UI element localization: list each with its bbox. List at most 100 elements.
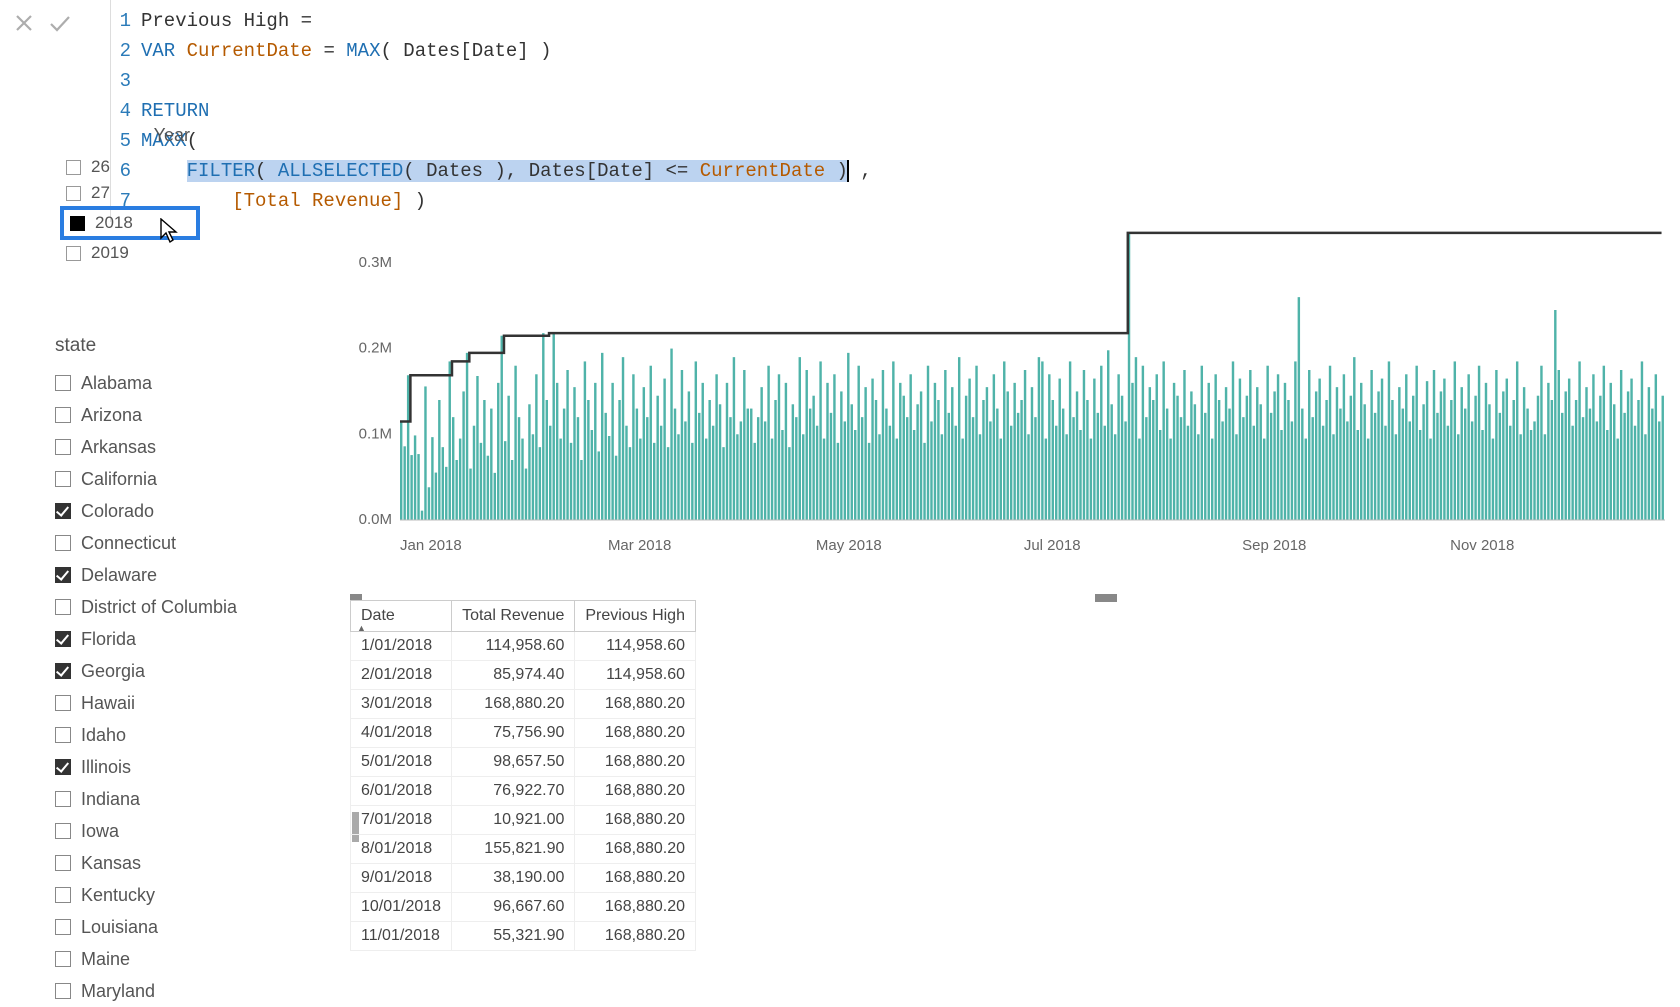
bar[interactable] — [1298, 297, 1300, 520]
bar[interactable] — [1034, 417, 1036, 520]
bar[interactable] — [1280, 430, 1282, 520]
year-option[interactable]: 27 — [60, 180, 200, 206]
bar[interactable] — [951, 387, 953, 520]
table-row[interactable]: 3/01/2018168,880.20168,880.20 — [351, 690, 696, 719]
state-option[interactable]: Arizona — [55, 399, 290, 431]
bar[interactable] — [1554, 310, 1556, 520]
bar[interactable] — [1357, 430, 1359, 520]
bar[interactable] — [421, 511, 423, 520]
bar[interactable] — [563, 409, 565, 520]
bar[interactable] — [975, 366, 977, 520]
table-row[interactable]: 6/01/201876,922.70168,880.20 — [351, 777, 696, 806]
bar[interactable] — [629, 447, 631, 520]
bar[interactable] — [587, 400, 589, 520]
bar[interactable] — [1610, 383, 1612, 520]
bar[interactable] — [868, 443, 870, 520]
checkbox-icon[interactable] — [55, 727, 71, 743]
bar[interactable] — [1263, 439, 1265, 520]
bar[interactable] — [452, 417, 454, 520]
data-table[interactable]: Date Total Revenue Previous High 1/01/20… — [350, 600, 720, 951]
checkbox-icon[interactable] — [55, 535, 71, 551]
bar[interactable] — [549, 426, 551, 520]
bar[interactable] — [1204, 413, 1206, 520]
bar[interactable] — [1003, 361, 1005, 520]
checkbox-icon[interactable] — [55, 823, 71, 839]
bar[interactable] — [1575, 400, 1577, 520]
checkbox-icon[interactable] — [55, 791, 71, 807]
bar[interactable] — [407, 375, 409, 520]
bar[interactable] — [1083, 370, 1085, 520]
bar[interactable] — [1343, 374, 1345, 520]
bar[interactable] — [1374, 413, 1376, 520]
bar[interactable] — [1398, 387, 1400, 520]
bar[interactable] — [653, 443, 655, 520]
bar[interactable] — [1013, 383, 1015, 520]
bar[interactable] — [899, 383, 901, 520]
bar[interactable] — [1488, 404, 1490, 520]
bar[interactable] — [1450, 400, 1452, 520]
bar[interactable] — [916, 404, 918, 520]
bar[interactable] — [525, 469, 527, 520]
bar[interactable] — [1391, 400, 1393, 520]
bar[interactable] — [1502, 391, 1504, 520]
bar[interactable] — [1287, 400, 1289, 520]
bar[interactable] — [885, 409, 887, 520]
bar[interactable] — [573, 387, 575, 520]
bar[interactable] — [785, 383, 787, 520]
col-header-previous-high[interactable]: Previous High — [575, 601, 696, 632]
bar[interactable] — [1495, 370, 1497, 520]
bar[interactable] — [1121, 396, 1123, 520]
bar[interactable] — [1620, 370, 1622, 520]
state-option[interactable]: Illinois — [55, 751, 290, 783]
bar[interactable] — [552, 333, 554, 520]
bar[interactable] — [660, 426, 662, 520]
bar[interactable] — [719, 404, 721, 520]
bar[interactable] — [546, 400, 548, 520]
bar[interactable] — [504, 441, 506, 520]
bar[interactable] — [819, 361, 821, 520]
bar[interactable] — [507, 396, 509, 520]
bar[interactable] — [604, 413, 606, 520]
bar[interactable] — [1062, 409, 1064, 520]
bar[interactable] — [1249, 370, 1251, 520]
bar[interactable] — [1107, 350, 1109, 520]
bar[interactable] — [805, 370, 807, 520]
state-option[interactable]: Colorado — [55, 495, 290, 527]
bar[interactable] — [1436, 413, 1438, 520]
bar[interactable] — [670, 349, 672, 520]
bar[interactable] — [767, 366, 769, 520]
bar[interactable] — [1547, 383, 1549, 520]
bar[interactable] — [944, 370, 946, 520]
bar[interactable] — [1540, 366, 1542, 520]
bar[interactable] — [702, 383, 704, 520]
bar[interactable] — [1658, 421, 1660, 520]
bar[interactable] — [1072, 417, 1074, 520]
bar[interactable] — [1201, 366, 1203, 520]
bar[interactable] — [695, 361, 697, 520]
bar[interactable] — [591, 430, 593, 520]
bar[interactable] — [1270, 413, 1272, 520]
bar[interactable] — [729, 417, 731, 520]
bar[interactable] — [494, 473, 496, 520]
bar[interactable] — [993, 374, 995, 520]
bar[interactable] — [792, 404, 794, 520]
bar[interactable] — [1516, 361, 1518, 520]
bar[interactable] — [1194, 404, 1196, 520]
bar[interactable] — [618, 400, 620, 520]
bar[interactable] — [1530, 430, 1532, 520]
bar[interactable] — [826, 383, 828, 520]
table-row[interactable]: 10/01/201896,667.60168,880.20 — [351, 893, 696, 922]
bar[interactable] — [1038, 357, 1040, 520]
bar[interactable] — [840, 391, 842, 520]
bar[interactable] — [1190, 391, 1192, 520]
state-option[interactable]: Maryland — [55, 975, 290, 1007]
bar[interactable] — [414, 435, 416, 520]
bar[interactable] — [1235, 434, 1237, 520]
bar[interactable] — [1606, 430, 1608, 520]
bar[interactable] — [1010, 426, 1012, 520]
bar[interactable] — [1471, 421, 1473, 520]
previous-high-line[interactable] — [400, 233, 1662, 422]
revenue-chart[interactable]: 0.0M0.1M0.2M0.3MJan 2018Mar 2018May 2018… — [350, 210, 1670, 560]
bar[interactable] — [556, 383, 558, 520]
bar[interactable] — [1481, 430, 1483, 520]
